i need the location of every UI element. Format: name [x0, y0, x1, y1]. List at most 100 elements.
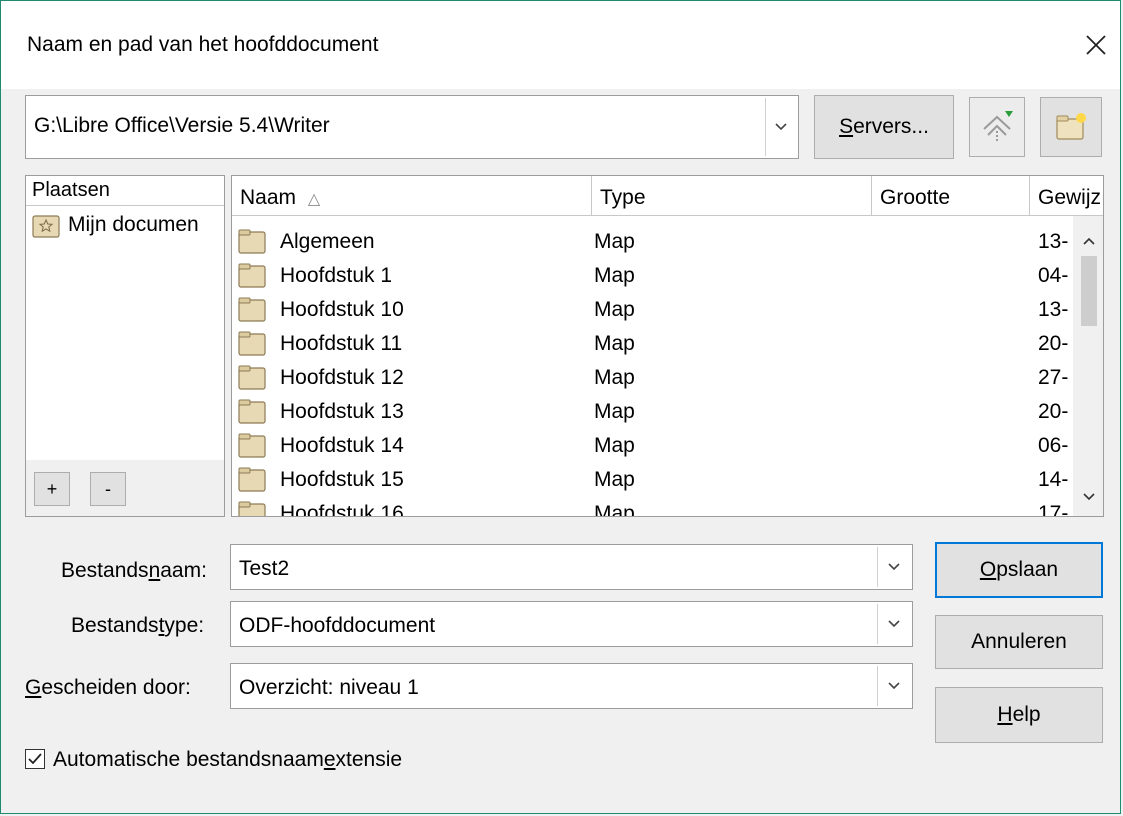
file-name-cell: Hoofdstuk 16 — [280, 502, 404, 517]
table-row[interactable]: Hoofdstuk 15 Map 14- — [232, 462, 1070, 496]
filename-value: Test2 — [239, 557, 290, 580]
folder-icon — [238, 331, 266, 356]
table-row[interactable]: Hoofdstuk 12 Map 27- — [232, 360, 1070, 394]
filename-field[interactable]: Test2 — [230, 544, 913, 590]
table-row[interactable]: Hoofdstuk 13 Map 20- — [232, 394, 1070, 428]
file-size-cell — [880, 462, 1020, 496]
chevron-down-icon — [888, 620, 900, 628]
file-size-cell — [880, 224, 1020, 258]
favorite-folder-icon — [32, 215, 60, 238]
file-size-cell — [880, 394, 1020, 428]
servers-label: Servers... — [839, 115, 929, 138]
vertical-scrollbar[interactable] — [1073, 216, 1103, 516]
checkmark-icon — [28, 753, 42, 765]
column-header-size[interactable]: Grootte — [872, 176, 1030, 216]
table-row[interactable]: Hoofdstuk 11 Map 20- — [232, 326, 1070, 360]
folder-icon — [238, 433, 266, 458]
column-header-type[interactable]: Type — [592, 176, 872, 216]
save-label: Opslaan — [979, 558, 1059, 581]
file-type-cell: Map — [594, 264, 635, 287]
separated-by-dropdown-button[interactable] — [877, 666, 910, 706]
file-modified-cell: 27- — [1038, 366, 1068, 389]
file-list: Naam △ Type Grootte Gewijz Algemeen Map 13… — [231, 175, 1104, 517]
separated-by-select[interactable]: Overzicht: niveau 1 — [230, 663, 913, 709]
save-button[interactable]: Opslaan — [935, 542, 1103, 598]
file-modified-cell: 17- — [1038, 502, 1068, 517]
file-name-cell: Hoofdstuk 11 — [280, 332, 403, 355]
file-size-cell — [880, 292, 1020, 326]
auto-extension-label[interactable]: Automatische bestandsnaamextensie — [53, 748, 402, 772]
file-size-cell — [880, 326, 1020, 360]
close-icon — [1086, 35, 1106, 55]
folder-icon — [238, 229, 266, 254]
file-modified-cell: 20- — [1038, 332, 1068, 355]
file-name-cell: Algemeen — [280, 230, 375, 253]
new-folder-icon — [1056, 113, 1086, 140]
file-modified-cell: 14- — [1038, 468, 1068, 491]
column-header-name-label: Naam — [240, 186, 297, 209]
places-panel: Plaatsen Mijn documen + - — [25, 175, 225, 517]
path-combobox[interactable]: G:\Libre Office\Versie 5.4\Writer — [25, 95, 799, 159]
folder-icon — [238, 297, 266, 322]
file-type-cell: Map — [594, 502, 635, 517]
path-value: G:\Libre Office\Versie 5.4\Writer — [34, 114, 330, 137]
cancel-button[interactable]: Annuleren — [935, 615, 1103, 669]
table-row[interactable]: Hoofdstuk 10 Map 13- — [232, 292, 1070, 326]
help-label: Help — [997, 703, 1041, 726]
file-type-cell: Map — [594, 434, 635, 457]
file-modified-cell: 13- — [1038, 230, 1068, 253]
file-type-cell: Map — [594, 366, 635, 389]
folder-icon — [238, 467, 266, 492]
scrollbar-thumb[interactable] — [1081, 256, 1097, 326]
folder-icon — [238, 365, 266, 390]
column-header-name[interactable]: Naam △ — [232, 176, 592, 216]
auto-extension-checkbox[interactable] — [25, 749, 45, 769]
folder-icon — [238, 263, 266, 288]
table-row[interactable]: Algemeen Map 13- — [232, 224, 1070, 258]
filename-dropdown-button[interactable] — [877, 547, 910, 587]
file-type-cell: Map — [594, 332, 635, 355]
file-modified-cell: 20- — [1038, 400, 1068, 423]
folder-up-icon — [983, 111, 1013, 143]
places-header: Plaatsen — [26, 176, 224, 206]
scroll-up-icon[interactable] — [1082, 236, 1096, 246]
title-bar: Naam en pad van het hoofddocument — [1, 1, 1120, 89]
file-name-cell: Hoofdstuk 15 — [280, 468, 404, 491]
chevron-down-icon — [775, 123, 787, 131]
add-place-button[interactable]: + — [34, 472, 70, 506]
separated-by-label: Gescheiden door: — [25, 676, 191, 699]
file-modified-cell: 06- — [1038, 434, 1068, 457]
table-row[interactable]: Hoofdstuk 14 Map 06- — [232, 428, 1070, 462]
place-item-mijn-documenten[interactable]: Mijn documen — [32, 210, 222, 240]
servers-button[interactable]: Servers... — [814, 95, 954, 159]
file-type-cell: Map — [594, 468, 635, 491]
table-row[interactable]: Hoofdstuk 1 Map 04- — [232, 258, 1070, 292]
close-button[interactable] — [1078, 27, 1114, 63]
dialog-title: Naam en pad van het hoofddocument — [27, 33, 379, 56]
places-footer: + - — [26, 460, 224, 516]
path-dropdown-button[interactable] — [765, 98, 796, 156]
new-folder-button[interactable] — [1040, 97, 1102, 157]
file-type-cell: Map — [594, 298, 635, 321]
file-size-cell — [880, 428, 1020, 462]
place-item-label: Mijn documen — [68, 213, 199, 236]
scroll-down-icon[interactable] — [1082, 492, 1096, 502]
file-size-cell — [880, 360, 1020, 394]
table-row[interactable]: Hoofdstuk 16 Map 17- — [232, 496, 1070, 517]
file-name-cell: Hoofdstuk 14 — [280, 434, 404, 457]
filetype-select[interactable]: ODF-hoofddocument — [230, 601, 913, 647]
file-name-cell: Hoofdstuk 13 — [280, 400, 404, 423]
file-size-cell — [880, 258, 1020, 292]
folder-up-button[interactable] — [969, 97, 1025, 157]
help-button[interactable]: Help — [935, 687, 1103, 743]
filetype-dropdown-button[interactable] — [877, 604, 910, 644]
file-type-cell: Map — [594, 230, 635, 253]
file-name-cell: Hoofdstuk 10 — [280, 298, 404, 321]
file-size-cell — [880, 496, 1020, 516]
filetype-label: Bestandstype: — [71, 614, 205, 637]
column-header-modified[interactable]: Gewijz — [1030, 176, 1103, 216]
chevron-down-icon — [888, 682, 900, 690]
folder-icon — [238, 399, 266, 424]
dialog-window: Naam en pad van het hoofddocument G:\Lib… — [0, 0, 1121, 814]
remove-place-button[interactable]: - — [90, 472, 126, 506]
